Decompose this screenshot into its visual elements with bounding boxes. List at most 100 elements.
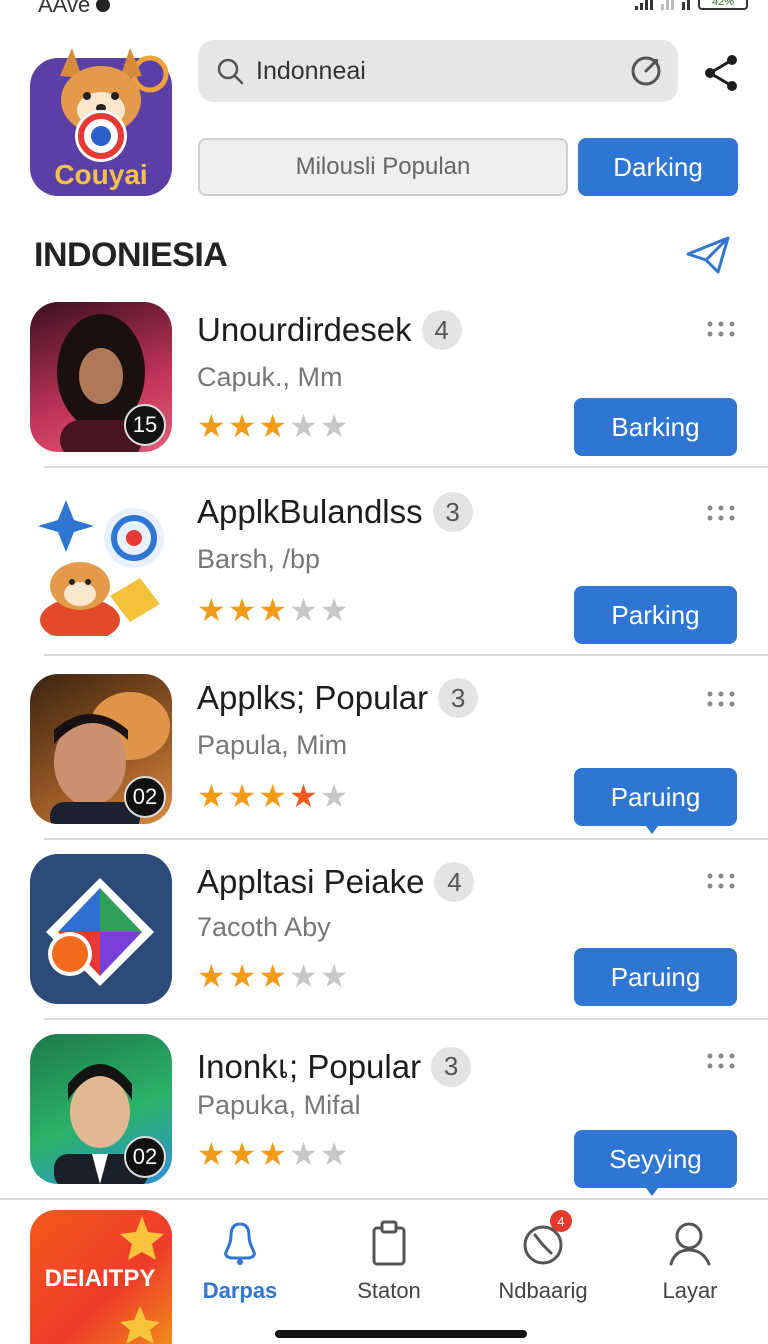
star-icon: ★ [319, 778, 349, 814]
nav-label: Ndbaarig [498, 1278, 588, 1303]
share-icon[interactable] [700, 52, 742, 94]
count-badge: 3 [431, 1046, 472, 1087]
tooltip-tail [646, 1188, 658, 1196]
app-title: ApplkBulandlss 3 [197, 492, 473, 532]
person-icon [669, 1222, 711, 1266]
battery-icon: 42% [698, 0, 748, 10]
star-icon: ★ [319, 1136, 349, 1172]
nav-item-darpas[interactable]: Darpas [175, 1218, 305, 1304]
star-icon: ★ [319, 592, 349, 628]
star-icon: ★ [197, 958, 226, 994]
list-item[interactable]: ApplkBulandlss 3 Barsh, /bp ★ ★ ★ ★ ★ Parkin… [0, 484, 768, 656]
promo-banner[interactable]: DEIAITPY [30, 1210, 172, 1344]
divider [44, 838, 768, 840]
wifi-icon [682, 0, 690, 10]
item-action-button[interactable]: Paruing [574, 948, 737, 1006]
list-item[interactable]: 15 Unourdirdesek 4 Capuk., Mm ★ ★ ★ ★ ★ Bark… [0, 300, 768, 468]
star-icon: ★ [258, 408, 288, 444]
record-dot-icon [96, 0, 111, 12]
star-rating: ★ ★ ★ ★ ★ [197, 594, 348, 626]
more-options-icon[interactable] [706, 1052, 736, 1070]
app-subtitle: Barsh, /bp [197, 544, 321, 574]
star-icon: ★ [258, 958, 288, 994]
star-rating: ★ ★ ★ ★ ★ [197, 1138, 348, 1170]
section-title: INDONIESIA [34, 236, 228, 274]
nav-label: Layar [662, 1278, 718, 1303]
app-logo[interactable]: Couyai [30, 38, 172, 196]
divider [44, 654, 768, 656]
item-action-button[interactable]: Parking [574, 586, 737, 644]
more-options-icon[interactable] [706, 690, 736, 708]
item-action-button[interactable]: Seyying [574, 1130, 737, 1196]
send-icon[interactable] [684, 234, 732, 276]
refresh-icon[interactable] [628, 53, 664, 89]
app-icon [30, 486, 172, 636]
star-icon: ★ [289, 408, 318, 444]
popular-filter-button[interactable]: Milousli Populan [198, 138, 568, 196]
star-icon: ★ [258, 592, 288, 628]
status-bar: AAve 42% [0, 0, 768, 17]
count-badge: 3 [438, 678, 479, 718]
list-item[interactable]: 02 Applks; Popular 3 Papula, Mim ★ ★ ★ ★ ★ P… [0, 672, 768, 840]
status-indicators: 42% [635, 0, 748, 10]
home-indicator[interactable] [275, 1330, 527, 1338]
star-icon: ★ [227, 778, 257, 814]
star-icon: ★ [289, 958, 318, 994]
count-badge: 4 [421, 310, 462, 350]
item-action-label: Seyying [609, 1143, 702, 1174]
star-icon: ★ [197, 1136, 226, 1172]
item-action-button[interactable]: Paruing [574, 768, 737, 834]
nav-item-staton[interactable]: Staton [324, 1218, 454, 1304]
signal-icon [635, 0, 653, 10]
darking-button[interactable]: Darking [578, 138, 738, 196]
star-rating: ★ ★ ★ ★ ★ [197, 960, 348, 992]
divider [44, 466, 768, 468]
rank-badge: 02 [124, 1136, 166, 1178]
clipboard-icon [372, 1220, 406, 1266]
search-icon [217, 58, 244, 85]
divider [44, 1018, 768, 1020]
app-title-text: ApplkBulandlss [197, 493, 423, 530]
list-item[interactable]: 02 Inonkเ; Popular 3 Papuka, Mifal ★ ★ ★ ★ ★… [0, 1032, 768, 1196]
star-icon: ★ [227, 408, 257, 444]
app-title: Unourdirdesek 4 [197, 310, 462, 350]
nav-item-layar[interactable]: Layar [625, 1218, 755, 1304]
signal-secondary-icon [661, 0, 674, 10]
nav-item-ndbaarig[interactable]: 4 Ndbaarig [478, 1210, 608, 1304]
carrier-text: AAve [38, 0, 91, 17]
star-icon: ★ [197, 408, 226, 444]
star-rating: ★ ★ ★ ★ ★ [197, 780, 348, 812]
star-icon: ★ [319, 958, 349, 994]
more-options-icon[interactable] [706, 872, 736, 890]
star-icon: ★ [319, 408, 349, 444]
item-action-button[interactable]: Barking [574, 398, 737, 456]
nav-label: Staton [357, 1278, 421, 1303]
app-title-text: Appltasi Peiake [197, 863, 425, 900]
list-item[interactable]: Appltasi Peiake 4 7acoth Aby ★ ★ ★ ★ ★ Parui… [0, 852, 768, 1020]
rank-badge: 15 [124, 404, 166, 446]
app-subtitle: Papuka, Mifal [197, 1090, 361, 1120]
app-icon [30, 854, 172, 1004]
promo-label: DEIAITPY [45, 1265, 156, 1292]
item-action-label: Paruing [610, 781, 701, 812]
app-title: Inonkเ; Popular 3 [197, 1040, 472, 1093]
more-options-icon[interactable] [706, 320, 736, 338]
more-options-icon[interactable] [706, 504, 736, 522]
search-bar[interactable]: Indonneai [198, 40, 678, 102]
status-carrier: AAve [38, 0, 111, 18]
app-subtitle: Papula, Mim [197, 730, 348, 760]
star-icon: ★ [289, 592, 318, 628]
app-subtitle: Capuk., Mm [197, 362, 343, 392]
app-title: Appltasi Peiake 4 [197, 862, 475, 902]
search-input[interactable]: Indonneai [256, 57, 628, 86]
location-pin-icon [224, 1222, 256, 1265]
app-icon: 02 [30, 674, 172, 824]
app-icon: 15 [30, 302, 172, 452]
count-badge: 4 [434, 862, 475, 902]
app-title-text: Unourdirdesek [197, 311, 412, 348]
app-title-text: Applks; Popular [197, 679, 429, 716]
star-icon: ★ [227, 958, 257, 994]
app-title-text: Inonkเ; Popular [197, 1048, 422, 1085]
rank-badge: 02 [124, 776, 166, 818]
star-icon: ★ [227, 1136, 257, 1172]
